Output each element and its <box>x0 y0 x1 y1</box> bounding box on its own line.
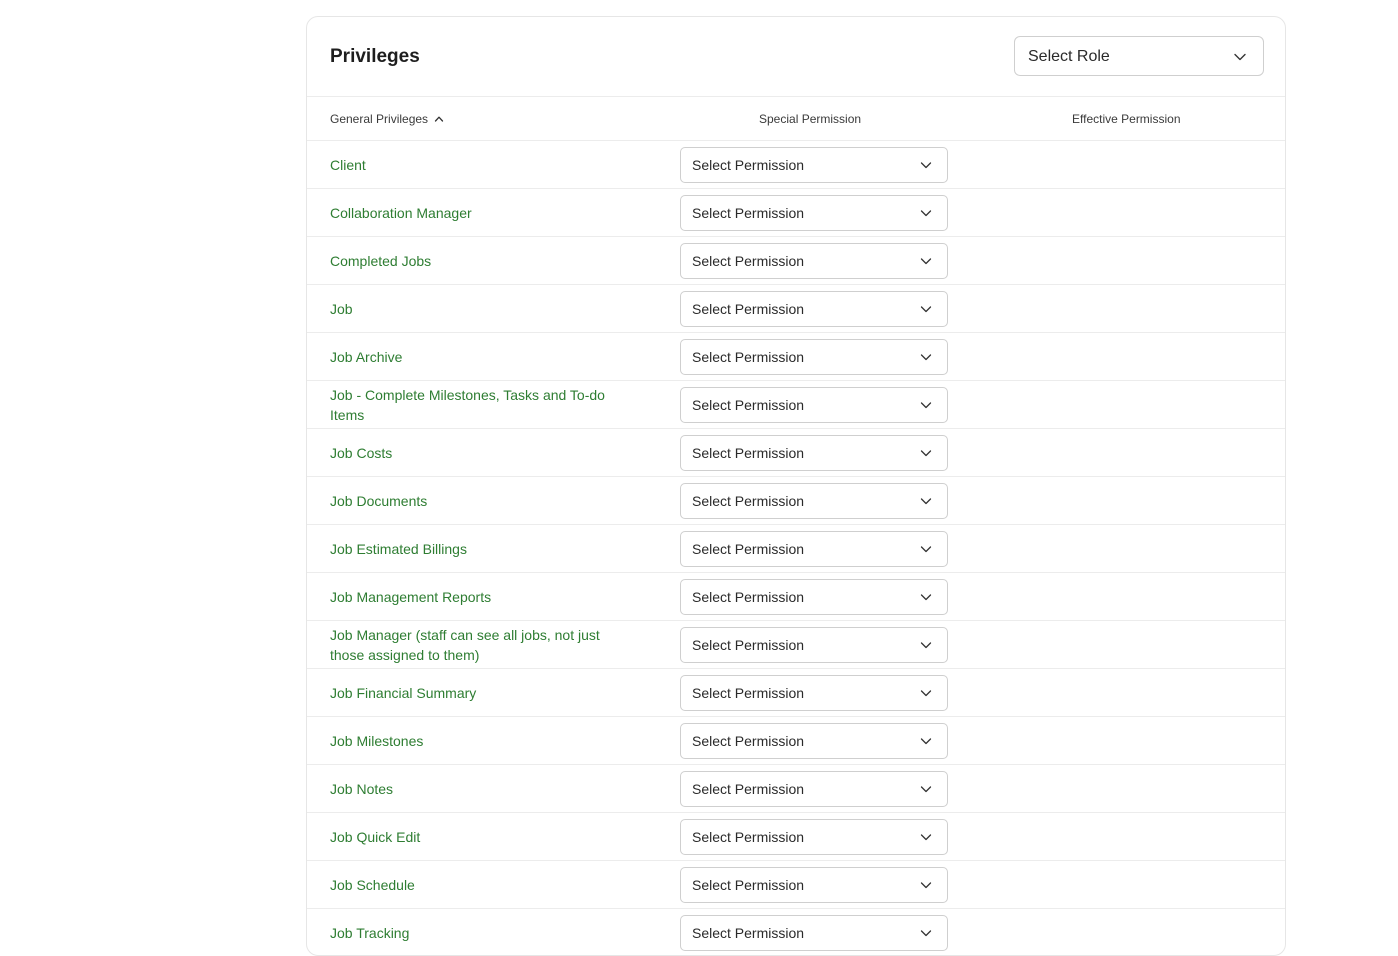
privilege-name-link[interactable]: Job Schedule <box>330 861 630 908</box>
permission-select[interactable]: Select Permission <box>680 579 948 615</box>
permission-select[interactable]: Select Permission <box>680 819 948 855</box>
chevron-down-icon <box>1234 53 1246 61</box>
permission-select-value: Select Permission <box>692 445 805 461</box>
column-header-effective-permission: Effective Permission <box>1072 112 1181 126</box>
table-row: Job Documents Select Permission <box>307 477 1285 525</box>
table-row: Collaboration Manager Select Permission <box>307 189 1285 237</box>
table-row: Job Manager (staff can see all jobs, not… <box>307 621 1285 669</box>
chevron-down-icon <box>920 834 932 841</box>
chevron-up-icon <box>434 116 444 122</box>
privilege-name-link[interactable]: Job Notes <box>330 765 630 812</box>
permission-select-value: Select Permission <box>692 589 805 605</box>
table-row: Job Estimated Billings Select Permission <box>307 525 1285 573</box>
table-row: Job Select Permission <box>307 285 1285 333</box>
permission-select-value: Select Permission <box>692 157 805 173</box>
table-row: Job Costs Select Permission <box>307 429 1285 477</box>
privilege-name-link[interactable]: Job Milestones <box>330 717 630 764</box>
permission-select-value: Select Permission <box>692 349 805 365</box>
privilege-name-link[interactable]: Job Documents <box>330 477 630 524</box>
table-row: Client Select Permission <box>307 141 1285 189</box>
permission-select-value: Select Permission <box>692 253 805 269</box>
chevron-down-icon <box>920 594 932 601</box>
chevron-down-icon <box>920 738 932 745</box>
permission-select[interactable]: Select Permission <box>680 195 948 231</box>
privilege-name-link[interactable]: Job Estimated Billings <box>330 525 630 572</box>
permission-select-value: Select Permission <box>692 205 805 221</box>
permission-select[interactable]: Select Permission <box>680 723 948 759</box>
permission-select-value: Select Permission <box>692 637 805 653</box>
chevron-down-icon <box>920 546 932 553</box>
column-header-general-label: General Privileges <box>330 112 429 126</box>
permission-select[interactable]: Select Permission <box>680 531 948 567</box>
chevron-down-icon <box>920 882 932 889</box>
permission-select[interactable]: Select Permission <box>680 627 948 663</box>
chevron-down-icon <box>920 930 932 937</box>
privilege-name-link[interactable]: Job Archive <box>330 333 630 380</box>
chevron-down-icon <box>920 642 932 649</box>
table-row: Job Tracking Select Permission <box>307 909 1285 955</box>
permission-select[interactable]: Select Permission <box>680 435 948 471</box>
permission-select[interactable]: Select Permission <box>680 291 948 327</box>
chevron-down-icon <box>920 354 932 361</box>
column-header-general-privileges[interactable]: General Privileges <box>330 112 444 126</box>
permission-select[interactable]: Select Permission <box>680 339 948 375</box>
privilege-name-link[interactable]: Collaboration Manager <box>330 189 630 236</box>
table-row: Job Financial Summary Select Permission <box>307 669 1285 717</box>
table-row: Job Management Reports Select Permission <box>307 573 1285 621</box>
table-row: Job Milestones Select Permission <box>307 717 1285 765</box>
chevron-down-icon <box>920 258 932 265</box>
chevron-down-icon <box>920 210 932 217</box>
permission-select-value: Select Permission <box>692 301 805 317</box>
privilege-name-link[interactable]: Client <box>330 141 630 188</box>
privileges-table-body: Client Select Permission Collaboration Man… <box>307 141 1285 955</box>
permission-select[interactable]: Select Permission <box>680 483 948 519</box>
permission-select[interactable]: Select Permission <box>680 675 948 711</box>
privilege-name-link[interactable]: Completed Jobs <box>330 237 630 284</box>
privilege-name-link[interactable]: Job <box>330 285 630 332</box>
table-row: Job - Complete Milestones, Tasks and To-… <box>307 381 1285 429</box>
table-row: Job Archive Select Permission <box>307 333 1285 381</box>
chevron-down-icon <box>920 162 932 169</box>
table-row: Job Schedule Select Permission <box>307 861 1285 909</box>
chevron-down-icon <box>920 306 932 313</box>
permission-select-value: Select Permission <box>692 397 805 413</box>
permission-select-value: Select Permission <box>692 733 805 749</box>
privilege-name-link[interactable]: Job Financial Summary <box>330 669 630 716</box>
permission-select-value: Select Permission <box>692 877 805 893</box>
privilege-name-link[interactable]: Job Costs <box>330 429 630 476</box>
table-row: Completed Jobs Select Permission <box>307 237 1285 285</box>
table-row: Job Quick Edit Select Permission <box>307 813 1285 861</box>
privileges-header: Privileges Select Role <box>307 17 1285 97</box>
page-title: Privileges <box>330 46 420 67</box>
permission-select-value: Select Permission <box>692 493 805 509</box>
role-select[interactable]: Select Role <box>1014 36 1264 76</box>
permission-select-value: Select Permission <box>692 685 805 701</box>
chevron-down-icon <box>920 786 932 793</box>
permission-select[interactable]: Select Permission <box>680 915 948 951</box>
permission-select[interactable]: Select Permission <box>680 387 948 423</box>
role-select-value: Select Role <box>1028 48 1110 65</box>
table-row: Job Notes Select Permission <box>307 765 1285 813</box>
chevron-down-icon <box>920 450 932 457</box>
permission-select[interactable]: Select Permission <box>680 771 948 807</box>
privileges-card: Privileges Select Role General Privilege… <box>306 16 1286 956</box>
permission-select[interactable]: Select Permission <box>680 243 948 279</box>
chevron-down-icon <box>920 498 932 505</box>
permission-select[interactable]: Select Permission <box>680 147 948 183</box>
privilege-name-link[interactable]: Job Manager (staff can see all jobs, not… <box>330 621 630 668</box>
permission-select-value: Select Permission <box>692 781 805 797</box>
permission-select-value: Select Permission <box>692 541 805 557</box>
privilege-name-link[interactable]: Job Tracking <box>330 909 630 955</box>
privilege-name-link[interactable]: Job Quick Edit <box>330 813 630 860</box>
privilege-name-link[interactable]: Job - Complete Milestones, Tasks and To-… <box>330 381 630 428</box>
privilege-name-link[interactable]: Job Management Reports <box>330 573 630 620</box>
chevron-down-icon <box>920 690 932 697</box>
chevron-down-icon <box>920 402 932 409</box>
permission-select-value: Select Permission <box>692 829 805 845</box>
permission-select[interactable]: Select Permission <box>680 867 948 903</box>
permission-select-value: Select Permission <box>692 925 805 941</box>
table-header: General Privileges Special Permission Ef… <box>307 97 1285 141</box>
column-header-special-permission: Special Permission <box>759 112 862 126</box>
